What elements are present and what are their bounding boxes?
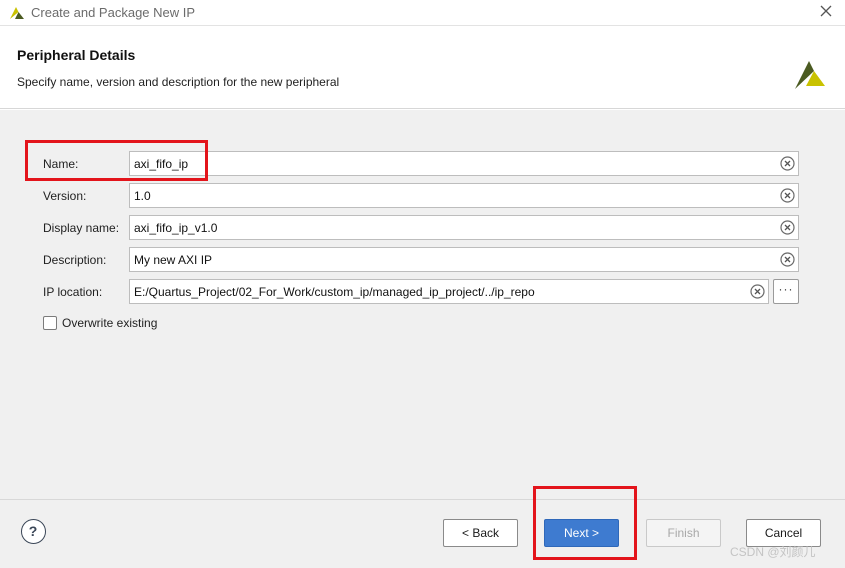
ip-location-field[interactable] bbox=[129, 279, 769, 304]
name-label: Name: bbox=[43, 157, 79, 171]
name-input[interactable] bbox=[130, 152, 774, 175]
xilinx-logo-icon bbox=[795, 61, 825, 89]
version-field[interactable] bbox=[129, 183, 799, 208]
overwrite-checkbox[interactable] bbox=[43, 316, 57, 330]
version-input[interactable] bbox=[130, 184, 774, 207]
display-name-label: Display name: bbox=[43, 221, 120, 235]
ip-location-label: IP location: bbox=[43, 285, 103, 299]
watermark: CSDN @刘颜儿 bbox=[730, 545, 816, 559]
next-button[interactable]: Next > bbox=[544, 519, 619, 547]
window-title: Create and Package New IP bbox=[31, 5, 196, 20]
version-label: Version: bbox=[43, 189, 87, 203]
display-name-field[interactable] bbox=[129, 215, 799, 240]
browse-button[interactable]: ··· bbox=[773, 279, 799, 304]
clear-icon[interactable] bbox=[780, 220, 795, 235]
help-button[interactable]: ? bbox=[21, 519, 46, 544]
help-icon: ? bbox=[28, 523, 38, 539]
close-icon[interactable] bbox=[819, 4, 833, 18]
description-field[interactable] bbox=[129, 247, 799, 272]
vivado-logo-icon bbox=[10, 7, 24, 19]
overwrite-label[interactable]: Overwrite existing bbox=[62, 316, 157, 330]
page-header: Peripheral Details Specify name, version… bbox=[0, 27, 845, 109]
back-button[interactable]: < Back bbox=[443, 519, 518, 547]
finish-button: Finish bbox=[646, 519, 721, 547]
page-title: Peripheral Details bbox=[17, 47, 136, 63]
display-name-input[interactable] bbox=[130, 216, 774, 239]
name-field[interactable] bbox=[129, 151, 799, 176]
description-input[interactable] bbox=[130, 248, 774, 271]
clear-icon[interactable] bbox=[780, 188, 795, 203]
clear-icon[interactable] bbox=[780, 156, 795, 171]
title-bar: Create and Package New IP bbox=[0, 0, 845, 26]
ip-location-input[interactable] bbox=[130, 280, 744, 303]
description-label: Description: bbox=[43, 253, 107, 267]
clear-icon[interactable] bbox=[780, 252, 795, 267]
clear-icon[interactable] bbox=[750, 284, 765, 299]
page-subtitle: Specify name, version and description fo… bbox=[17, 75, 340, 89]
